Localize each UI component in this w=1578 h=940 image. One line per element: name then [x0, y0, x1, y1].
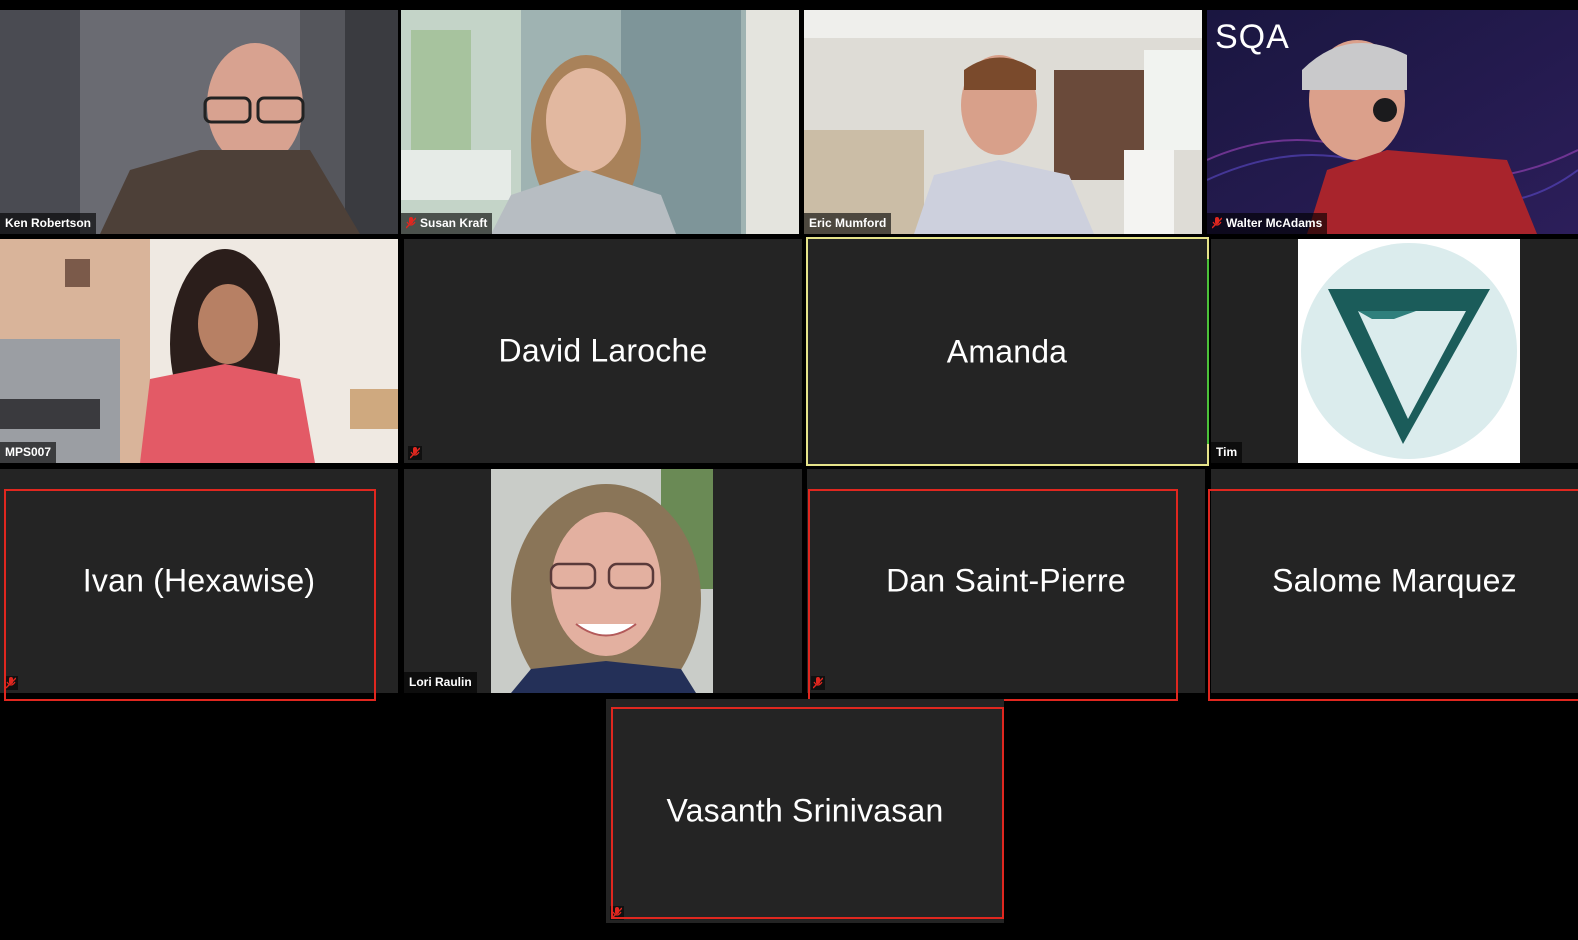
participant-name-label: Eric Mumford [804, 213, 892, 234]
mic-status [408, 446, 422, 460]
video-feed [0, 239, 398, 463]
participant-name-label: Lori Raulin [404, 672, 477, 693]
sqa-logo: SQA [1215, 18, 1290, 56]
video-tile-walter-mcadams[interactable]: SQA Walter McAdams [1207, 10, 1578, 234]
active-speaker-border [806, 237, 1209, 466]
video-tile-susan-kraft[interactable]: Susan Kraft [401, 10, 799, 234]
participant-name-label: MPS007 [0, 442, 57, 463]
highlight-frame [4, 489, 376, 701]
video-tile-ken-robertson[interactable]: Ken Robertson [0, 10, 398, 234]
video-tile-lori-raulin[interactable]: Lori Raulin [404, 469, 802, 693]
video-tile-mps007[interactable]: MPS007 [0, 239, 398, 463]
video-feed [0, 10, 398, 234]
mic-muted-icon [1212, 217, 1222, 229]
video-feed [804, 10, 1202, 234]
name-tile-david-laroche[interactable]: David Laroche [404, 239, 802, 463]
video-feed [401, 10, 799, 234]
v-triangle-logo [1298, 239, 1520, 463]
mic-muted-icon [406, 217, 416, 229]
participant-name-label: Tim [1211, 442, 1243, 463]
highlight-frame [808, 489, 1178, 701]
video-tile-tim[interactable]: Tim [1211, 239, 1578, 463]
participant-name-label: Ken Robertson [0, 213, 97, 234]
participant-display-name: David Laroche [498, 332, 708, 369]
participant-name-label: Susan Kraft [401, 213, 493, 234]
highlight-frame [611, 707, 1004, 919]
highlight-frame [1208, 489, 1578, 701]
video-tile-eric-mumford[interactable]: Eric Mumford [804, 10, 1202, 234]
mic-muted-icon [409, 447, 421, 459]
participant-name-label: Walter McAdams [1207, 213, 1328, 234]
video-feed [491, 469, 713, 693]
